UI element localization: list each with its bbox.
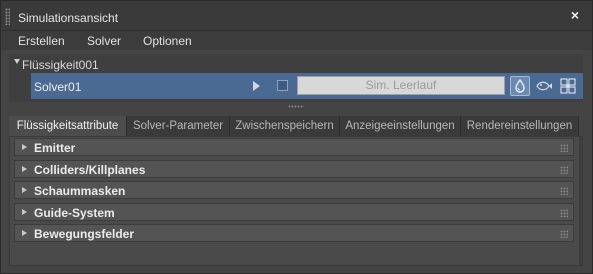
tree-item-fluid-label: Flüssigkeit001 bbox=[22, 58, 99, 72]
rollout-grip-icon[interactable] bbox=[560, 187, 568, 195]
rollout-label: Schaummasken bbox=[34, 184, 126, 198]
menu-solver[interactable]: Solver bbox=[87, 34, 121, 48]
rollout-grip-icon[interactable] bbox=[560, 166, 568, 174]
tab-bar: Flüssigkeitsattribute Solver-Parameter Z… bbox=[9, 116, 583, 136]
window-title: Simulationsansicht bbox=[18, 11, 119, 25]
menu-erstellen[interactable]: Erstellen bbox=[18, 34, 65, 48]
tree-item-solver-label: Solver01 bbox=[34, 80, 82, 94]
rollout-grip-icon[interactable] bbox=[560, 209, 568, 217]
rollout-label: Emitter bbox=[34, 141, 76, 155]
collapse-arrow-icon bbox=[22, 166, 27, 172]
drag-grip-icon[interactable] bbox=[5, 8, 10, 25]
rollout-colliders[interactable]: Colliders/Killplanes bbox=[14, 160, 574, 178]
fish-icon[interactable] bbox=[534, 76, 554, 96]
simulation-window: Simulationsansicht × Erstellen Solver Op… bbox=[0, 0, 593, 274]
rollout-label: Colliders/Killplanes bbox=[34, 163, 146, 177]
close-icon[interactable]: × bbox=[567, 7, 583, 23]
collapse-arrow-icon bbox=[22, 144, 27, 150]
rollout-label: Guide-System bbox=[34, 206, 115, 220]
stop-icon[interactable] bbox=[277, 80, 288, 91]
rollout-motion-fields[interactable]: Bewegungsfelder bbox=[14, 224, 574, 242]
fluid-drop-icon[interactable] bbox=[510, 76, 530, 96]
tab-caching[interactable]: Zwischenspeichern bbox=[230, 116, 340, 136]
rollout-grip-icon[interactable] bbox=[560, 230, 568, 238]
collapse-arrow-icon bbox=[22, 230, 27, 236]
simulation-tree: Flüssigkeit001 Solver01 Sim. Leerlauf bbox=[9, 54, 583, 102]
tree-item-fluid[interactable]: Flüssigkeit001 bbox=[9, 56, 583, 72]
tab-fluid-attributes[interactable]: Flüssigkeitsattribute bbox=[9, 116, 127, 136]
tab-display-settings[interactable]: Anzeigeeinstellungen bbox=[340, 116, 461, 136]
sim-status-field: Sim. Leerlauf bbox=[297, 76, 505, 95]
rollout-foam-masks[interactable]: Schaummasken bbox=[14, 181, 574, 199]
rollout-grip-icon[interactable] bbox=[560, 144, 568, 152]
splitter-grip-icon[interactable] bbox=[288, 105, 304, 108]
tab-solver-parameters[interactable]: Solver-Parameter bbox=[127, 116, 230, 136]
expand-arrow-icon[interactable] bbox=[14, 59, 20, 64]
rollout-guide-system[interactable]: Guide-System bbox=[14, 203, 574, 221]
rollout-emitter[interactable]: Emitter bbox=[14, 138, 574, 156]
title-bar[interactable]: Simulationsansicht × bbox=[1, 1, 592, 31]
tree-item-solver[interactable]: Solver01 Sim. Leerlauf bbox=[31, 73, 583, 99]
rollout-panel: Emitter Colliders/Killplanes Schaummaske… bbox=[9, 136, 583, 266]
collapse-arrow-icon bbox=[22, 187, 27, 193]
panel-splitter[interactable] bbox=[1, 104, 592, 109]
tab-render-settings[interactable]: Rendereinstellungen bbox=[461, 116, 579, 136]
play-icon[interactable] bbox=[253, 81, 260, 91]
rollout-label: Bewegungsfelder bbox=[34, 227, 135, 241]
menu-optionen[interactable]: Optionen bbox=[143, 34, 192, 48]
grid-icon[interactable] bbox=[558, 76, 578, 96]
scrollbar[interactable] bbox=[579, 137, 583, 265]
menu-bar: Erstellen Solver Optionen bbox=[1, 31, 592, 50]
collapse-arrow-icon bbox=[22, 209, 27, 215]
